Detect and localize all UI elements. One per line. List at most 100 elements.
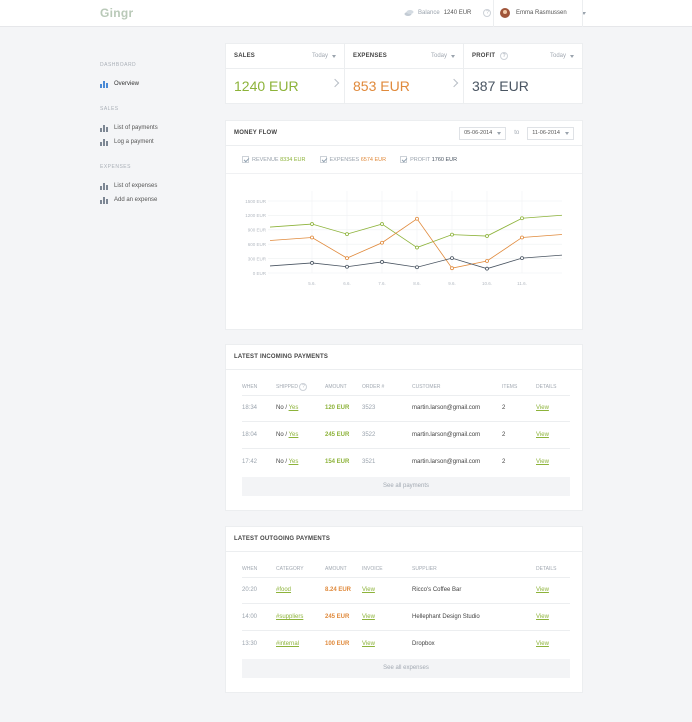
cell-supplier: Hellephant Design Studio [412, 603, 536, 631]
sidebar-item-add-an-expense[interactable]: Add an expense [100, 193, 210, 207]
table-row: 17:42 No / Yes 154 EUR 3521 martin.larso… [242, 448, 570, 475]
col-header: AMOUNT [325, 379, 362, 396]
x-tick-label: 6.6. [343, 281, 351, 286]
cell-when: 20:20 [242, 577, 276, 604]
view-details-link[interactable]: View [536, 432, 549, 438]
cell-customer: martin.larson@gmail.com [412, 421, 502, 449]
chevron-down-icon [497, 131, 502, 135]
category-link[interactable]: #suppliers [276, 614, 303, 620]
data-point [485, 266, 489, 271]
category-link[interactable]: #food [276, 587, 291, 593]
cell-when: 13:30 [242, 640, 258, 647]
view-details-link[interactable]: View [536, 405, 549, 411]
period-value: Today [311, 53, 328, 59]
data-point [415, 216, 419, 221]
cell-shipped: No / Yes [276, 395, 325, 422]
stat-sales[interactable]: SALES Today 1240 EUR [226, 44, 345, 103]
shipped-no[interactable]: No [276, 459, 284, 465]
view-details-link[interactable]: View [536, 459, 549, 465]
shipped-yes[interactable]: Yes [289, 432, 299, 438]
x-tick-label: 5.6. [308, 281, 316, 286]
cell-shipped: No / Yes [276, 421, 325, 449]
legend-revenue[interactable]: REVENUE 8334 EUR [242, 156, 306, 163]
view-details-link[interactable]: View [536, 587, 549, 593]
shipped-no[interactable]: No [276, 432, 284, 438]
bar-chart-icon [100, 182, 108, 190]
see-all-expenses-button[interactable]: See all expenses [242, 659, 570, 678]
period-value: Today [430, 53, 447, 59]
data-point [380, 222, 384, 226]
col-header: ITEMS [502, 379, 536, 396]
bar-chart-icon [100, 196, 108, 204]
sidebar-item-log-a-payment[interactable]: Log a payment [100, 135, 210, 149]
help-icon[interactable]: ? [483, 9, 492, 17]
cell-items: 2 [502, 421, 536, 449]
col-header: DETAILS [536, 379, 570, 396]
balance-label: Balance [418, 10, 440, 16]
cell-customer: martin.larson@gmail.com [412, 458, 481, 465]
bar-chart-icon [100, 124, 108, 132]
balance: Balance 1240 EUR ? [404, 9, 492, 17]
table-row: 18:04 No / Yes 245 EUR 3522 martin.larso… [242, 421, 570, 449]
cell-amount: 245 EUR [325, 421, 362, 449]
legend-label: REVENUE [252, 156, 279, 163]
legend-value: 6574 EUR [360, 156, 387, 163]
series-line-expenses [269, 218, 563, 269]
invoice-link[interactable]: View [362, 641, 375, 647]
app-logo[interactable]: Gingr [100, 6, 134, 20]
cell-order: 3522 [362, 421, 412, 449]
period-value: Today [549, 53, 566, 59]
help-icon[interactable]: ? [500, 52, 509, 60]
col-header: INVOICE [362, 561, 412, 578]
shipped-separator: / [285, 431, 288, 438]
legend-expenses[interactable]: EXPENSES 6574 EUR [319, 156, 387, 163]
legend-profit[interactable]: PROFIT 1760 EUR [400, 156, 457, 163]
sidebar-item-list-of-payments[interactable]: List of payments [100, 121, 210, 135]
checkbox[interactable] [400, 156, 408, 163]
date-value: 05-06-2014 [464, 130, 493, 136]
chevron-down-icon [570, 54, 574, 58]
x-tick-label: 10.6. [482, 281, 492, 286]
checkbox[interactable] [319, 156, 327, 163]
y-tick-label: 300 EUR [248, 256, 267, 261]
date-range-to: to [514, 130, 520, 136]
invoice-link[interactable]: View [362, 587, 375, 593]
shipped-no[interactable]: No [276, 405, 284, 411]
data-point [380, 260, 384, 264]
legend-value: 8334 EUR [280, 156, 306, 163]
stat-value: 387 EUR [472, 78, 529, 94]
chevron-down-icon [332, 54, 336, 58]
data-point [450, 256, 454, 261]
shipped-yes[interactable]: Yes [289, 405, 299, 411]
shipped-yes[interactable]: Yes [289, 459, 299, 465]
col-header: CUSTOMER [412, 379, 502, 396]
cell-amount: 154 EUR [325, 458, 350, 465]
stat-expenses[interactable]: EXPENSES Today 853 EUR [345, 44, 464, 103]
cell-customer: martin.larson@gmail.com [412, 395, 502, 422]
period-select[interactable]: Today [550, 53, 574, 59]
invoice-link[interactable]: View [362, 614, 375, 620]
period-select[interactable]: Today [431, 53, 455, 59]
view-details-link[interactable]: View [536, 641, 549, 647]
incoming-table: WHEN SHIPPED ? AMOUNT ORDER # CUSTOMER I… [242, 379, 570, 475]
sidebar-item-overview[interactable]: Overview [100, 77, 210, 91]
x-tick-label: 7.6. [378, 281, 386, 286]
help-icon[interactable]: ? [299, 382, 308, 391]
stat-profit[interactable]: PROFIT? Today 387 EUR [464, 44, 582, 103]
date-from-picker[interactable]: 05-06-2014 [459, 126, 507, 140]
see-all-payments-button[interactable]: See all payments [242, 477, 570, 496]
user-menu[interactable]: Emma Rasmussen [500, 8, 586, 18]
stat-value: 1240 EUR [234, 78, 299, 94]
sidebar-item-label: List of payments [114, 125, 158, 131]
col-header: ORDER # [362, 379, 412, 396]
x-tick-label: 8.6. [413, 281, 421, 286]
sidebar-item-list-of-expenses[interactable]: List of expenses [100, 179, 210, 193]
checkbox[interactable] [242, 156, 249, 163]
outgoing-table: WHEN CATEGORY AMOUNT INVOICE SUPPLIER DE… [242, 561, 570, 657]
view-details-link[interactable]: View [536, 614, 549, 620]
sidebar-item-label: Log a payment [114, 139, 154, 145]
date-to-picker[interactable]: 11-06-2014 [527, 126, 574, 140]
cell-order: 3521 [362, 458, 376, 465]
category-link[interactable]: #internal [276, 641, 299, 647]
period-select[interactable]: Today [312, 53, 336, 59]
